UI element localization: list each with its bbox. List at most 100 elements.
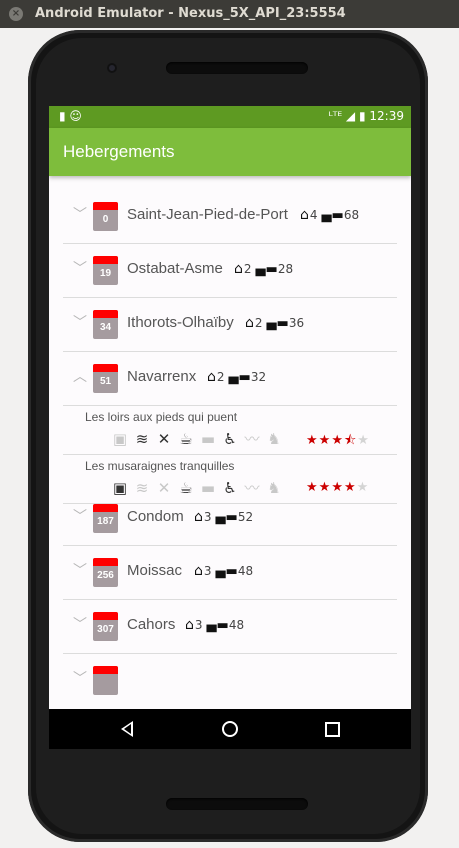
stage-stats: ⌂2 ▄▬36	[245, 315, 304, 331]
chevron-icon[interactable]: ﹀	[73, 560, 87, 580]
close-window-button[interactable]: ×	[9, 7, 23, 21]
calendar-icon: 187	[93, 504, 118, 533]
rating-stars: ★★★⯪★	[306, 431, 370, 453]
stage-stats: ⌂2 ▄▬28	[234, 261, 293, 277]
stage-row[interactable]: ﹀ 34 Ithorots-Olhaïby ⌂2 ▄▬36	[49, 298, 411, 352]
bed-icon: ▄▬	[206, 618, 229, 633]
lodging-item[interactable]: Les musaraignes tranquilles ▣ ≋ ✕ ☕ ▬ ♿ 〰 ♞ ★★★★★	[49, 455, 411, 504]
stage-city: Navarrenx	[127, 368, 197, 385]
bed-count: 68	[343, 208, 360, 222]
window-title: Android Emulator - Nexus_5X_API_23:5554	[35, 6, 346, 21]
star-icon: ★	[306, 433, 319, 448]
house-icon: ⌂	[234, 261, 243, 277]
stage-day: 187	[97, 516, 114, 527]
house-icon: ⌂	[194, 509, 203, 525]
lodging-name: Les loirs aux pieds qui puent	[85, 410, 238, 424]
house-icon: ⌂	[194, 563, 203, 579]
stage-city: Ithorots-Olhaïby	[127, 314, 234, 331]
kettle-icon: ▬	[200, 430, 216, 448]
lodging-name: Les musaraignes tranquilles	[85, 459, 235, 473]
stage-row[interactable]: ﹀ 0 Saint-Jean-Pied-de-Port ⌂4 ▄▬68	[49, 190, 411, 244]
chevron-icon[interactable]: ﹀	[73, 506, 87, 526]
stage-city: Moissac	[127, 562, 183, 579]
chevron-icon[interactable]: ﹀	[73, 258, 87, 278]
stage-row[interactable]: ﹀ 19 Ostabat-Asme ⌂2 ▄▬28	[49, 244, 411, 298]
wheelchair-icon: ♿	[223, 479, 237, 497]
front-camera	[107, 63, 117, 73]
house-icon: ⌂	[300, 207, 309, 223]
bed-count: 36	[288, 316, 305, 330]
house-count: 3	[203, 510, 212, 524]
window-titlebar: × Android Emulator - Nexus_5X_API_23:555…	[0, 0, 459, 28]
app-bar: Hebergements	[49, 128, 411, 176]
restaurant-icon: ✕	[157, 479, 171, 497]
navigation-bar	[49, 709, 411, 749]
bed-icon: ▄▬	[321, 208, 344, 223]
stage-day: 34	[99, 322, 112, 333]
house-count: 2	[254, 316, 263, 330]
star-icon: ★	[306, 480, 319, 495]
star-icon: ★	[356, 480, 370, 495]
chevron-icon[interactable]: ︿	[73, 366, 87, 386]
home-button[interactable]	[222, 721, 238, 737]
stage-stats: ⌂2 ▄▬32	[207, 369, 266, 385]
stage-stats: ⌂3 ▄▬48	[185, 617, 244, 633]
recents-button[interactable]	[325, 722, 340, 737]
restaurant-icon: ✕	[157, 430, 171, 448]
house-icon: ⌂	[185, 617, 194, 633]
star-icon: ★	[331, 480, 344, 495]
stage-row[interactable]: ︿ 51 Navarrenx ⌂2 ▄▬32	[49, 352, 411, 406]
clock: 12:39	[369, 109, 404, 123]
stage-list[interactable]: ﹀ 0 Saint-Jean-Pied-de-Port ⌂4 ▄▬68 ﹀ 19 Ostaba…	[49, 176, 411, 709]
notification-icons: ▮ ☺	[59, 109, 82, 123]
stage-stats: ⌂3 ▄▬52	[194, 509, 253, 525]
bed-count: 48	[237, 564, 254, 578]
chevron-icon[interactable]: ﹀	[73, 614, 87, 634]
top-speaker	[166, 62, 308, 74]
status-right: ᴸᵀᴱ ◢ ▮ 12:39	[329, 109, 404, 123]
calendar-icon	[93, 666, 118, 695]
washer-icon: ▣	[112, 430, 128, 448]
bed-icon: ▄▬	[228, 370, 251, 385]
stage-city: Saint-Jean-Pied-de-Port	[127, 206, 288, 223]
chevron-icon[interactable]: ﹀	[73, 668, 87, 688]
bed-count: 48	[228, 618, 245, 632]
stage-row[interactable]: ﹀ 307 Cahors ⌂3 ▄▬48	[49, 600, 411, 654]
star-icon: ⯪	[343, 433, 358, 448]
star-icon: ★	[357, 433, 370, 448]
calendar-icon: 51	[93, 364, 118, 393]
stage-day: 19	[99, 268, 112, 279]
chevron-icon[interactable]: ﹀	[73, 312, 87, 332]
lodging-item[interactable]: Les loirs aux pieds qui puent ▣ ≋ ✕ ☕ ▬ ♿ 〰 ♞ ★★★…	[49, 406, 411, 455]
status-bar: ▮ ☺ ᴸᵀᴱ ◢ ▮ 12:39	[49, 106, 411, 128]
rating-stars: ★★★★★	[306, 480, 369, 495]
signal-battery-icons: ᴸᵀᴱ ◢ ▮	[328, 109, 366, 123]
kettle-icon: ▬	[200, 479, 216, 497]
bed-count: 28	[277, 262, 294, 276]
stage-row-partial[interactable]: ﹀	[49, 654, 411, 708]
bird-icon: 〰	[244, 430, 260, 448]
calendar-icon: 34	[93, 310, 118, 339]
divider	[63, 503, 397, 504]
washer-icon: ▣	[112, 479, 128, 497]
house-count: 4	[309, 208, 318, 222]
amenity-icons: ▣ ≋ ✕ ☕ ▬ ♿ 〰 ♞	[109, 477, 285, 498]
calendar-icon: 0	[93, 202, 118, 231]
stage-day: 256	[97, 570, 114, 581]
bottom-speaker	[166, 798, 308, 810]
house-count: 3	[203, 564, 212, 578]
back-button[interactable]	[121, 721, 133, 737]
dog-icon: ♞	[267, 479, 281, 497]
house-count: 3	[194, 618, 203, 632]
bed-icon: ▄▬	[215, 510, 238, 525]
bed-icon: ▄▬	[215, 564, 238, 579]
calendar-icon: 307	[93, 612, 118, 641]
bed-icon: ▄▬	[255, 262, 278, 277]
wheelchair-icon: ♿	[223, 430, 237, 448]
stage-stats: ⌂3 ▄▬48	[194, 563, 253, 579]
stage-row[interactable]: ﹀ 256 Moissac ⌂3 ▄▬48	[49, 546, 411, 600]
star-icon: ★	[343, 480, 357, 495]
stage-city: Condom	[127, 508, 184, 525]
chevron-icon[interactable]: ﹀	[73, 204, 87, 224]
house-count: 2	[243, 262, 252, 276]
